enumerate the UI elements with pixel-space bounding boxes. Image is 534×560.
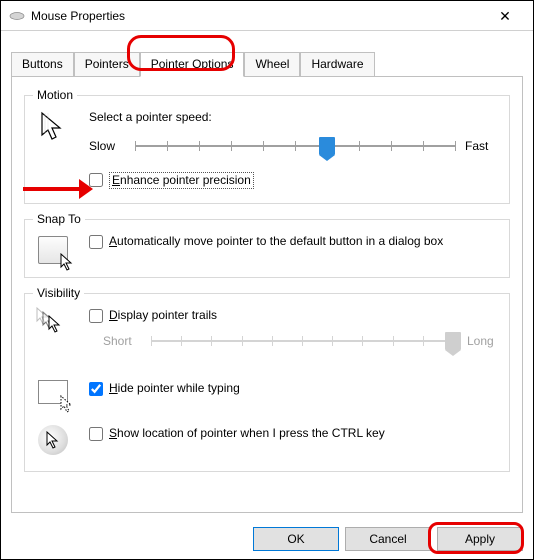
snapto-label[interactable]: Automatically move pointer to the defaul… bbox=[109, 234, 501, 249]
speed-slow-label: Slow bbox=[89, 139, 125, 153]
enhance-access: E bbox=[112, 173, 120, 187]
apply-button[interactable]: Apply bbox=[437, 527, 523, 551]
visibility-group: Visibility Display pointer trails Short … bbox=[24, 286, 510, 472]
pointer-trails-slider bbox=[151, 329, 453, 353]
titlebar: Mouse Properties ✕ bbox=[1, 1, 533, 31]
snapto-legend: Snap To bbox=[33, 212, 85, 226]
speed-fast-label: Fast bbox=[465, 139, 501, 153]
snapto-group: Snap To Automatically move pointer to th… bbox=[24, 212, 510, 278]
snapto-access: A bbox=[109, 234, 117, 248]
ctrl-locate-icon bbox=[33, 420, 73, 460]
tabstrip: Buttons Pointers Pointer Options Wheel H… bbox=[1, 31, 533, 76]
pointer-trails-label[interactable]: Display pointer trails bbox=[109, 308, 501, 323]
tab-wheel[interactable]: Wheel bbox=[244, 52, 300, 76]
tab-hardware[interactable]: Hardware bbox=[300, 52, 374, 76]
trails-short-label: Short bbox=[103, 334, 137, 348]
hide-pointer-icon bbox=[33, 372, 73, 412]
tab-body: Motion Select a pointer speed: Slow Fast… bbox=[11, 76, 523, 513]
hide-access: H bbox=[109, 381, 118, 395]
hide-pointer-label[interactable]: Hide pointer while typing bbox=[109, 381, 501, 396]
tab-pointers[interactable]: Pointers bbox=[74, 52, 140, 76]
ctrl-access: S bbox=[109, 426, 117, 440]
tab-buttons[interactable]: Buttons bbox=[11, 52, 74, 76]
speed-label: Select a pointer speed: bbox=[89, 110, 501, 124]
ok-button[interactable]: OK bbox=[253, 527, 339, 551]
mouse-icon bbox=[9, 11, 25, 21]
pointer-speed-slider[interactable] bbox=[135, 134, 455, 158]
motion-group: Motion Select a pointer speed: Slow Fast… bbox=[24, 88, 510, 204]
window-title: Mouse Properties bbox=[31, 9, 485, 23]
close-button[interactable]: ✕ bbox=[485, 2, 525, 30]
snapto-icon bbox=[33, 230, 73, 270]
pointer-trails-icon bbox=[33, 302, 73, 342]
cancel-button[interactable]: Cancel bbox=[345, 527, 431, 551]
snapto-checkbox[interactable] bbox=[89, 235, 103, 249]
motion-legend: Motion bbox=[33, 88, 77, 102]
trails-long-label: Long bbox=[467, 334, 501, 348]
visibility-legend: Visibility bbox=[33, 286, 84, 300]
pointer-trails-checkbox[interactable] bbox=[89, 309, 103, 323]
hide-pointer-checkbox[interactable] bbox=[89, 382, 103, 396]
ctrl-locate-checkbox[interactable] bbox=[89, 427, 103, 441]
enhance-precision-checkbox[interactable] bbox=[89, 173, 103, 187]
dialog-button-row: OK Cancel Apply bbox=[253, 527, 523, 551]
ctrl-locate-label[interactable]: Show location of pointer when I press th… bbox=[109, 426, 501, 441]
motion-cursor-icon bbox=[33, 108, 73, 148]
trails-access: D bbox=[109, 308, 118, 322]
tab-pointer-options[interactable]: Pointer Options bbox=[140, 52, 245, 77]
enhance-precision-label[interactable]: Enhance pointer precision bbox=[109, 172, 501, 189]
